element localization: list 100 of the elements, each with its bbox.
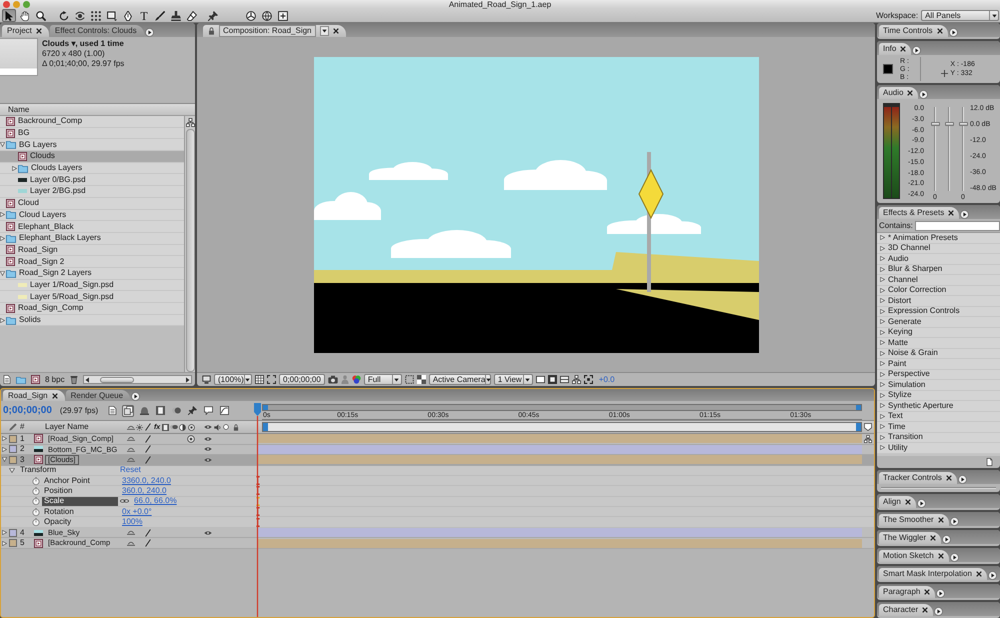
property-value[interactable]: 3360.0, 240.0 [122, 476, 171, 485]
tool-button[interactable] [260, 9, 274, 22]
scrollbar-thumb[interactable] [100, 376, 134, 382]
composition-tab[interactable]: Composition: Road_Sign [203, 25, 346, 37]
project-item[interactable]: BG Layers [0, 139, 184, 152]
view-layout-dropdown[interactable]: 1 View [494, 374, 533, 385]
tool-button[interactable] [185, 9, 199, 22]
triangle-icon[interactable] [12, 166, 17, 171]
close-icon[interactable] [904, 499, 911, 505]
triangle-circle-icon[interactable] [131, 392, 140, 401]
label-color-swatch[interactable] [9, 528, 17, 537]
triangle-icon[interactable] [880, 382, 885, 388]
right-arrow-icon[interactable] [185, 376, 190, 382]
close-icon[interactable] [332, 28, 338, 34]
horizontal-scrollbar[interactable] [82, 375, 192, 384]
triangle-icon[interactable] [880, 330, 885, 335]
label-color-swatch[interactable] [9, 434, 17, 443]
project-item[interactable]: Elephant_Black [0, 221, 184, 233]
triangle-circle-icon[interactable] [912, 46, 922, 55]
triangle-icon[interactable] [2, 457, 6, 462]
close-icon[interactable] [922, 607, 928, 613]
triangle-icon[interactable] [880, 403, 885, 408]
triangle-icon[interactable] [2, 446, 6, 452]
vertical-scrollbar[interactable] [186, 129, 194, 372]
triangle-icon[interactable] [2, 530, 6, 536]
triangle-icon[interactable] [0, 270, 5, 276]
number-column-header[interactable]: # [20, 423, 34, 431]
corner-brackets-icon[interactable] [584, 375, 593, 384]
project-item[interactable]: Clouds [0, 151, 184, 163]
property-value[interactable]: 0x +0.0° [122, 508, 152, 516]
timeline-tool-button[interactable] [218, 404, 230, 416]
effect-category[interactable]: 3D Channel [877, 244, 1000, 254]
property-name[interactable]: Opacity [42, 517, 118, 527]
close-icon[interactable] [938, 553, 944, 559]
tool-button[interactable] [73, 9, 87, 22]
property-value[interactable]: 66.0, 66.0% [134, 497, 177, 506]
triangle-circle-icon[interactable] [144, 28, 154, 37]
folder-icon[interactable] [16, 376, 26, 384]
panel-tab[interactable]: Road_Sign [3, 390, 65, 401]
grid-icon[interactable] [255, 375, 264, 384]
left-arrow-icon[interactable] [84, 376, 90, 382]
close-icon[interactable] [924, 589, 930, 595]
square-frame-icon[interactable] [548, 375, 557, 384]
triangle-icon[interactable] [880, 246, 885, 251]
page-icon[interactable] [986, 458, 993, 466]
effect-category[interactable]: Generate [877, 317, 1000, 328]
tool-button[interactable] [2, 9, 16, 22]
triangle-icon[interactable] [880, 434, 885, 440]
triangle-icon[interactable] [880, 340, 885, 346]
panel-tab[interactable]: Paragraph [879, 586, 936, 598]
close-icon[interactable] [907, 90, 914, 96]
flowchart-icon[interactable] [864, 434, 872, 443]
triangle-icon[interactable] [0, 212, 5, 218]
document-icon[interactable] [3, 375, 11, 384]
triangle-icon[interactable] [880, 392, 885, 398]
timeline-tool-button[interactable] [186, 404, 198, 416]
effect-category[interactable]: Stylize [877, 390, 1000, 401]
close-icon[interactable] [52, 392, 58, 398]
timeline-tool-button[interactable] [106, 404, 118, 416]
eye-icon[interactable] [204, 436, 212, 442]
property-row[interactable]: Position 360.0, 240.0 [1, 486, 874, 497]
magnification-dropdown[interactable]: (100%) [214, 374, 252, 385]
panel-tab[interactable]: Smart Mask Interpolation [879, 568, 987, 580]
eye-icon[interactable] [204, 446, 212, 452]
project-item[interactable]: Layer 1/Road_Sign.psd [0, 280, 184, 292]
triangle-circle-icon[interactable] [988, 571, 997, 580]
eye-icon[interactable] [204, 530, 212, 536]
stopwatch-icon[interactable] [32, 518, 40, 526]
effect-category[interactable]: Noise & Grain [877, 348, 1000, 359]
project-item[interactable]: Layer 0/BG.psd [0, 174, 184, 186]
project-item[interactable]: Clouds Layers [0, 162, 184, 174]
chain-link-icon[interactable] [120, 498, 129, 504]
triangle-circle-icon[interactable] [950, 517, 959, 526]
effect-category[interactable]: Utility [877, 443, 1000, 454]
triangle-circle-icon[interactable] [950, 553, 959, 562]
close-icon[interactable] [930, 535, 936, 541]
project-item[interactable]: Road_Sign 2 Layers [0, 268, 184, 280]
window-close-icon[interactable] [3, 1, 10, 8]
timeline-tool-button[interactable] [202, 404, 214, 416]
triangle-circle-icon[interactable] [942, 535, 952, 544]
panel-tab[interactable]: The Wiggler [879, 532, 942, 544]
timeline-tool-button[interactable] [138, 404, 150, 416]
layer-name-column-header[interactable]: Layer Name [45, 423, 125, 431]
camera-icon[interactable] [328, 375, 338, 384]
panel-tab[interactable]: Render Queue [66, 390, 130, 401]
effect-category[interactable]: Expression Controls [877, 306, 1000, 317]
search-field[interactable] [914, 220, 1000, 230]
time-navigator-bar[interactable] [262, 422, 862, 432]
dashed-square-icon[interactable] [404, 375, 414, 384]
triangle-icon[interactable] [880, 235, 885, 240]
flowchart-icon[interactable] [186, 118, 194, 127]
reset-link[interactable]: Reset [120, 466, 141, 474]
project-item[interactable]: BG [0, 128, 184, 140]
property-value[interactable]: 360.0, 240.0 [122, 486, 166, 495]
triangle-icon[interactable] [880, 319, 885, 324]
triangle-circle-icon[interactable] [936, 589, 946, 598]
panel-tab[interactable]: Time Controls [879, 25, 948, 37]
name-column-header[interactable]: Name [8, 106, 30, 114]
effect-category[interactable]: Blur & Sharpen [877, 264, 1000, 275]
triangle-icon[interactable] [2, 436, 6, 442]
